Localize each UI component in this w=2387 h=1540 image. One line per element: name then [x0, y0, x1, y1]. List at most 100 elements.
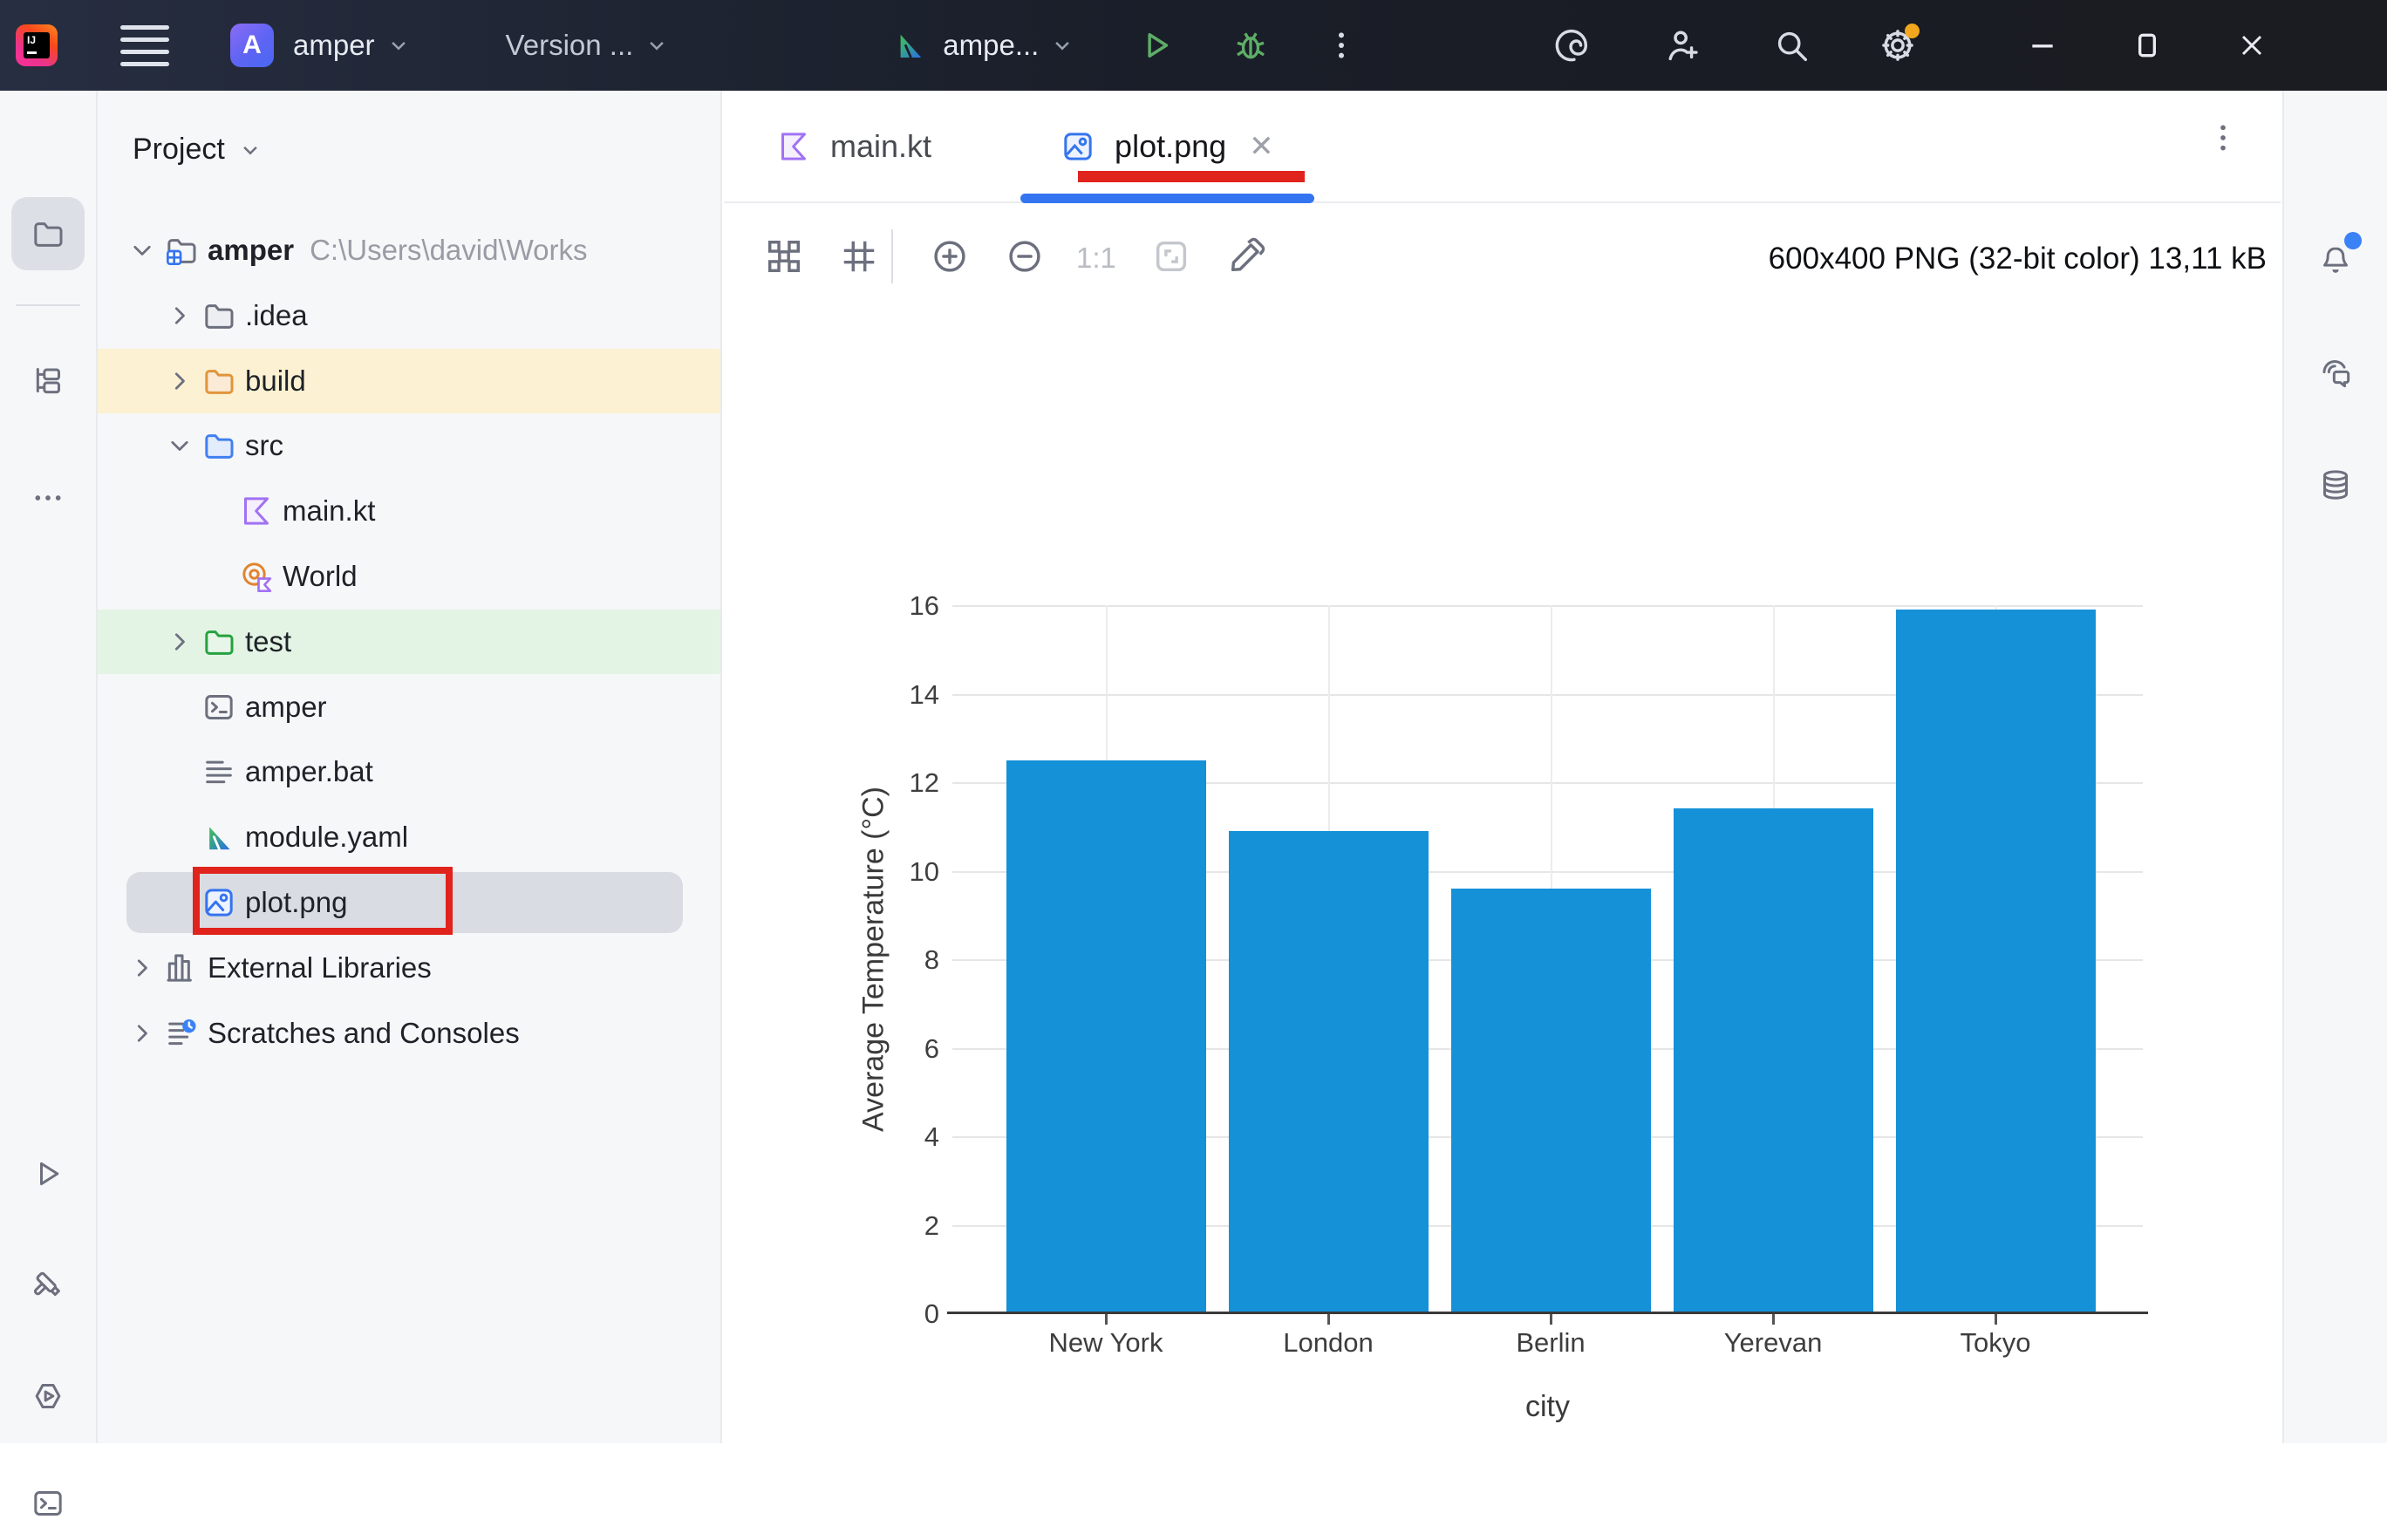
bar-tokyo[interactable]	[1896, 610, 2096, 1313]
grid-icon[interactable]	[839, 236, 879, 276]
chevron-down-icon[interactable]	[164, 430, 195, 461]
x-tick-label: Berlin	[1516, 1327, 1585, 1359]
tree-item-external-libraries[interactable]: External Libraries	[98, 936, 720, 1000]
kotlin-file-icon	[239, 494, 274, 528]
x-axis-title: city	[1525, 1390, 1570, 1424]
tree-item-label: test	[245, 625, 291, 658]
x-tick-mark	[1327, 1313, 1330, 1325]
tree-item-build[interactable]: build	[98, 349, 720, 413]
stripe-build-icon[interactable]	[11, 1249, 85, 1322]
tree-item-module-yaml[interactable]: module.yaml	[98, 805, 720, 869]
stripe-terminal-icon[interactable]	[11, 1467, 85, 1540]
tree-item-label: main.kt	[283, 494, 375, 528]
stripe-run-icon[interactable]	[11, 1137, 85, 1210]
tab-options-kebab-icon[interactable]	[2206, 120, 2240, 155]
annotation-box	[193, 867, 453, 935]
folder-orange-icon	[201, 364, 236, 399]
tree-item-amper-bat[interactable]: amper.bat	[98, 739, 720, 804]
chevron-right-icon[interactable]	[126, 1018, 158, 1049]
stripe-ai-assistant-icon[interactable]	[2299, 337, 2372, 410]
fit-to-window-icon[interactable]	[1151, 236, 1191, 276]
amper-logo-icon	[201, 820, 236, 855]
annotation-underline	[1078, 171, 1305, 182]
tree-item-label: amperC:\Users\david\Works	[208, 234, 588, 267]
tab-close-icon[interactable]: ✕	[1249, 129, 1274, 164]
zoom-in-icon[interactable]	[930, 236, 970, 276]
chevron-down-icon	[1049, 32, 1075, 58]
stripe-more-tools-icon[interactable]	[11, 461, 85, 535]
run-button[interactable]	[1136, 25, 1176, 65]
tree-item-scratches-and-consoles[interactable]: Scratches and Consoles	[98, 1001, 720, 1066]
window-close-button[interactable]	[2232, 25, 2272, 65]
project-folder-icon	[164, 233, 199, 268]
actual-size-button[interactable]: 1:1	[1076, 242, 1116, 275]
main-menu-burger-icon[interactable]	[120, 17, 169, 74]
chevron-down-icon	[385, 32, 412, 58]
tree-item-label: src	[245, 429, 283, 462]
chevron-right-icon[interactable]	[164, 626, 195, 658]
y-tick-label: 14	[733, 679, 939, 711]
x-tick-mark	[1772, 1313, 1775, 1325]
add-user-icon[interactable]	[1663, 25, 1703, 65]
scratches-icon	[164, 1016, 199, 1051]
chevron-down-icon	[237, 137, 263, 163]
x-tick-mark	[1995, 1313, 1997, 1325]
tab-main-kt[interactable]: main.kt	[736, 91, 972, 201]
chevron-right-icon[interactable]	[164, 300, 195, 331]
notification-badge	[2344, 232, 2362, 249]
stripe-database-icon[interactable]	[2299, 448, 2372, 521]
x-tick-label: Yerevan	[1724, 1327, 1823, 1359]
window-maximize-button[interactable]	[2127, 25, 2167, 65]
run-configuration-widget[interactable]: ampe...	[892, 27, 1075, 64]
folder-gray-icon	[201, 298, 236, 333]
bar-berlin[interactable]	[1451, 889, 1651, 1313]
image-info-text: 600x400 PNG (32-bit color) 13,11 kB	[1769, 242, 2267, 276]
tree-item-label: amper.bat	[245, 755, 373, 788]
zoom-out-icon[interactable]	[1005, 236, 1045, 276]
tree-item--idea[interactable]: .idea	[98, 283, 720, 348]
run-config-label: ampe...	[943, 29, 1039, 62]
tree-item-label: .idea	[245, 299, 308, 332]
bar-yerevan[interactable]	[1674, 808, 1873, 1313]
tree-item-amper[interactable]: amper	[98, 675, 720, 739]
libraries-icon	[164, 951, 199, 985]
search-icon[interactable]	[1771, 25, 1811, 65]
x-tick-mark	[1105, 1313, 1108, 1325]
project-widget[interactable]: amper	[293, 29, 375, 62]
bar-new-york[interactable]	[1006, 760, 1206, 1313]
tree-item-main-kt[interactable]: main.kt	[98, 479, 720, 543]
chevron-down-icon[interactable]	[126, 235, 158, 266]
project-view-selector[interactable]: Project	[133, 133, 263, 167]
chevron-right-icon[interactable]	[164, 365, 195, 397]
tree-item-plot-png[interactable]: plot.png	[98, 870, 720, 935]
window-minimize-button[interactable]	[2022, 25, 2063, 65]
stripe-notifications-icon[interactable]	[2299, 223, 2372, 296]
tree-item-world[interactable]: World	[98, 544, 720, 609]
tree-item-label: build	[245, 365, 306, 398]
tree-item-test[interactable]: test	[98, 610, 720, 674]
project-avatar[interactable]: A	[230, 24, 274, 67]
ai-assistant-icon[interactable]	[1552, 25, 1592, 65]
debug-button[interactable]	[1231, 25, 1271, 65]
chevron-right-icon[interactable]	[126, 952, 158, 984]
stripe-project-folder-icon[interactable]	[11, 197, 85, 270]
y-tick-label: 12	[733, 767, 939, 799]
stripe-structure-icon[interactable]	[11, 344, 85, 417]
tree-item-label: External Libraries	[208, 951, 432, 985]
terminal-file-icon	[201, 690, 236, 725]
more-actions-kebab-icon[interactable]	[1321, 25, 1361, 65]
tree-item-label: Scratches and Consoles	[208, 1017, 520, 1050]
bar-london[interactable]	[1229, 831, 1429, 1313]
stripe-services-icon[interactable]	[11, 1359, 85, 1433]
color-picker-icon[interactable]	[1226, 236, 1266, 276]
vcs-widget[interactable]: Version ...	[506, 29, 634, 62]
tab-plot-png[interactable]: plot.png ✕	[1020, 91, 1314, 201]
settings-gear-icon[interactable]	[1878, 25, 1918, 65]
tree-item-src[interactable]: src	[98, 413, 720, 478]
project-tool-window: Project amperC:\Users\david\Works .idea bu…	[98, 91, 722, 1443]
editor-tab-bar: main.kt plot.png ✕	[724, 91, 2281, 203]
amper-logo-icon	[892, 27, 929, 64]
transparency-checkerboard-icon[interactable]	[764, 236, 804, 276]
tree-item-amper[interactable]: amperC:\Users\david\Works	[98, 218, 720, 283]
tree-item-label: World	[283, 560, 358, 593]
